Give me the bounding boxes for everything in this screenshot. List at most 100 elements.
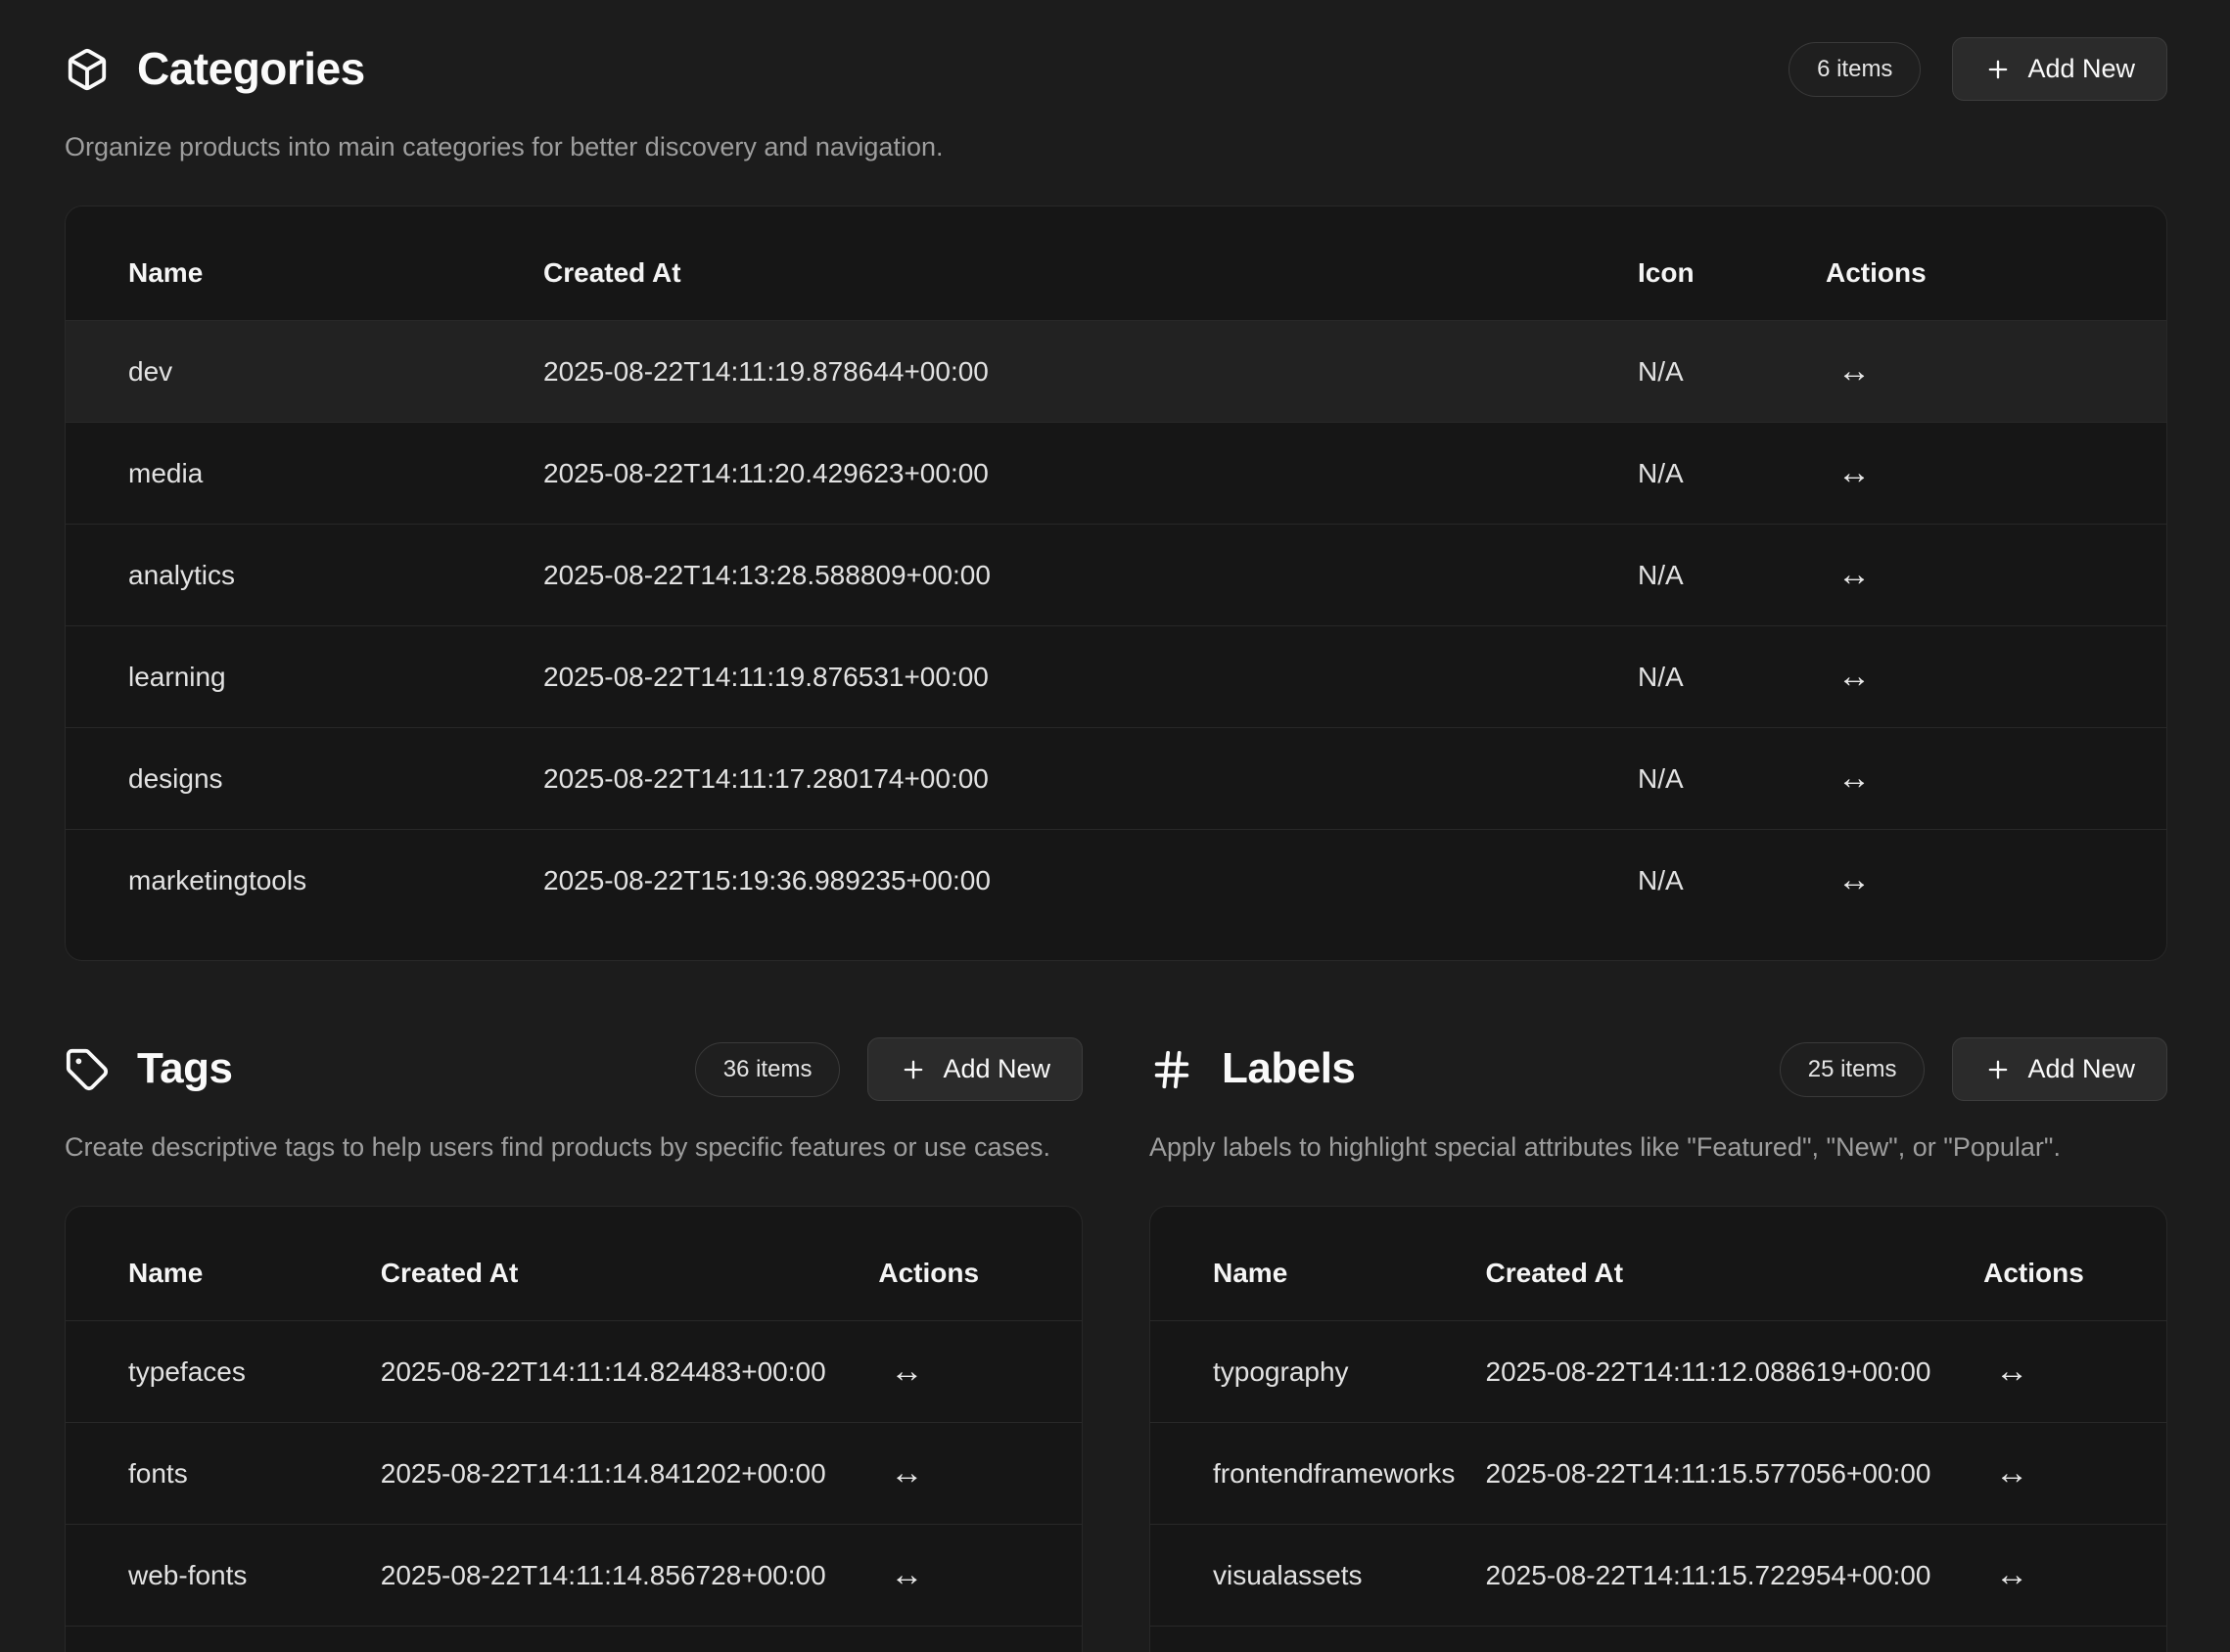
label-created-cell: 2025-08-22T14:11:15.577056+00:00 — [1486, 1423, 1984, 1525]
tags-count-badge: 36 items — [695, 1042, 841, 1097]
table-row[interactable]: learning 2025-08-22T14:11:19.876531+00:0… — [66, 626, 2166, 728]
categories-add-new-button[interactable]: Add New — [1952, 37, 2167, 101]
tags-add-new-button[interactable]: Add New — [867, 1037, 1083, 1101]
col-header-icon: Icon — [1638, 224, 1826, 321]
label-actions-cell: ↔ — [1983, 1627, 2166, 1652]
tags-header-actions: 36 items Add New — [695, 1037, 1083, 1101]
col-header-created-at: Created At — [543, 224, 1638, 321]
categories-table: Name Created At Icon Actions dev 2025-08… — [66, 224, 2166, 931]
actions-arrow-icon[interactable]: ↔ — [890, 1354, 923, 1388]
category-actions-cell: ↔ — [1826, 423, 2166, 525]
table-row[interactable]: designs 2025-08-22T14:11:17.280174+00:00… — [66, 728, 2166, 830]
col-header-name: Name — [66, 224, 543, 321]
table-row[interactable]: analytics 2025-08-22T14:13:28.588809+00:… — [66, 525, 2166, 626]
col-header-actions: Actions — [1983, 1224, 2166, 1321]
actions-arrow-icon[interactable]: ↔ — [1837, 558, 1871, 591]
tags-title: Tags — [137, 1045, 232, 1092]
tags-header: Tags 36 items Add New — [65, 1037, 1083, 1101]
actions-arrow-icon[interactable]: ↔ — [1837, 456, 1871, 489]
tags-table: Name Created At Actions typefaces 2025-0… — [66, 1224, 1082, 1652]
tag-created-cell: 2025-08-22T14:11:14.873283+00:00 — [381, 1627, 879, 1652]
labels-title: Labels — [1222, 1045, 1355, 1092]
actions-arrow-icon[interactable]: ↔ — [1837, 660, 1871, 693]
table-row[interactable]: typefaces 2025-08-22T14:11:14.824483+00:… — [66, 1321, 1082, 1423]
categories-section: Categories 6 items Add New Organize prod… — [65, 37, 2167, 961]
add-new-label: Add New — [2027, 54, 2135, 84]
category-actions-cell: ↔ — [1826, 525, 2166, 626]
label-name-cell: utilityai — [1150, 1627, 1486, 1652]
tag-created-cell: 2025-08-22T14:11:14.856728+00:00 — [381, 1525, 879, 1627]
label-name-cell: typography — [1150, 1321, 1486, 1423]
col-header-actions: Actions — [878, 1224, 1082, 1321]
label-created-cell: 2025-08-22T14:11:15.545612+00:00 — [1486, 1627, 1984, 1652]
table-row[interactable]: visualassets 2025-08-22T14:11:15.722954+… — [1150, 1525, 2166, 1627]
label-actions-cell: ↔ — [1983, 1423, 2166, 1525]
categories-table-header-row: Name Created At Icon Actions — [66, 224, 2166, 321]
actions-arrow-icon[interactable]: ↔ — [890, 1558, 923, 1591]
tags-table-header-row: Name Created At Actions — [66, 1224, 1082, 1321]
labels-count-badge: 25 items — [1780, 1042, 1926, 1097]
tag-name-cell: typefaces — [66, 1321, 381, 1423]
labels-add-new-button[interactable]: Add New — [1952, 1037, 2167, 1101]
labels-header: Labels 25 items Add New — [1149, 1037, 2167, 1101]
category-name-cell: marketingtools — [66, 830, 543, 932]
category-icon-cell: N/A — [1638, 830, 1826, 932]
category-name-cell: analytics — [66, 525, 543, 626]
box-icon — [65, 47, 110, 92]
plus-icon — [900, 1056, 927, 1083]
col-header-created-at: Created At — [1486, 1224, 1984, 1321]
add-new-label: Add New — [943, 1054, 1050, 1084]
category-actions-cell: ↔ — [1826, 321, 2166, 423]
col-header-name: Name — [1150, 1224, 1486, 1321]
actions-arrow-icon[interactable]: ↔ — [1837, 354, 1871, 388]
table-row[interactable]: serif-fonts 2025-08-22T14:11:14.873283+0… — [66, 1627, 1082, 1652]
actions-arrow-icon[interactable]: ↔ — [1995, 1558, 2028, 1591]
category-created-cell: 2025-08-22T14:11:19.878644+00:00 — [543, 321, 1638, 423]
table-row[interactable]: utilityai 2025-08-22T14:11:15.545612+00:… — [1150, 1627, 2166, 1652]
tag-name-cell: serif-fonts — [66, 1627, 381, 1652]
table-row[interactable]: typography 2025-08-22T14:11:12.088619+00… — [1150, 1321, 2166, 1423]
table-row[interactable]: web-fonts 2025-08-22T14:11:14.856728+00:… — [66, 1525, 1082, 1627]
tag-actions-cell: ↔ — [878, 1321, 1082, 1423]
category-created-cell: 2025-08-22T14:11:20.429623+00:00 — [543, 423, 1638, 525]
table-row[interactable]: dev 2025-08-22T14:11:19.878644+00:00 N/A… — [66, 321, 2166, 423]
table-row[interactable]: frontendframeworks 2025-08-22T14:11:15.5… — [1150, 1423, 2166, 1525]
label-name-cell: frontendframeworks — [1150, 1423, 1486, 1525]
actions-arrow-icon[interactable]: ↔ — [1995, 1456, 2028, 1490]
categories-header-actions: 6 items Add New — [1789, 37, 2167, 101]
category-created-cell: 2025-08-22T14:13:28.588809+00:00 — [543, 525, 1638, 626]
category-icon-cell: N/A — [1638, 626, 1826, 728]
labels-description: Apply labels to highlight special attrib… — [1149, 1130, 2167, 1165]
category-icon-cell: N/A — [1638, 423, 1826, 525]
actions-arrow-icon[interactable]: ↔ — [1837, 863, 1871, 896]
col-header-name: Name — [66, 1224, 381, 1321]
category-icon-cell: N/A — [1638, 525, 1826, 626]
label-actions-cell: ↔ — [1983, 1525, 2166, 1627]
actions-arrow-icon[interactable]: ↔ — [890, 1456, 923, 1490]
categories-title: Categories — [137, 44, 365, 94]
tag-icon — [65, 1047, 110, 1092]
categories-description: Organize products into main categories f… — [65, 130, 2167, 164]
actions-arrow-icon[interactable]: ↔ — [1995, 1354, 2028, 1388]
table-row[interactable]: fonts 2025-08-22T14:11:14.841202+00:00 ↔ — [66, 1423, 1082, 1525]
category-icon-cell: N/A — [1638, 728, 1826, 830]
labels-header-actions: 25 items Add New — [1780, 1037, 2167, 1101]
tag-name-cell: fonts — [66, 1423, 381, 1525]
tag-name-cell: web-fonts — [66, 1525, 381, 1627]
table-row[interactable]: media 2025-08-22T14:11:20.429623+00:00 N… — [66, 423, 2166, 525]
label-created-cell: 2025-08-22T14:11:12.088619+00:00 — [1486, 1321, 1984, 1423]
category-actions-cell: ↔ — [1826, 728, 2166, 830]
actions-arrow-icon[interactable]: ↔ — [1837, 761, 1871, 795]
category-created-cell: 2025-08-22T15:19:36.989235+00:00 — [543, 830, 1638, 932]
tag-actions-cell: ↔ — [878, 1423, 1082, 1525]
category-icon-cell: N/A — [1638, 321, 1826, 423]
tag-created-cell: 2025-08-22T14:11:14.841202+00:00 — [381, 1423, 879, 1525]
table-row[interactable]: marketingtools 2025-08-22T15:19:36.98923… — [66, 830, 2166, 932]
category-name-cell: dev — [66, 321, 543, 423]
hash-icon — [1149, 1047, 1194, 1092]
categories-card: Name Created At Icon Actions dev 2025-08… — [65, 206, 2167, 961]
categories-header: Categories 6 items Add New — [65, 37, 2167, 101]
categories-count-badge: 6 items — [1789, 42, 1921, 97]
plus-icon — [1984, 1056, 2012, 1083]
col-header-actions: Actions — [1826, 224, 2166, 321]
